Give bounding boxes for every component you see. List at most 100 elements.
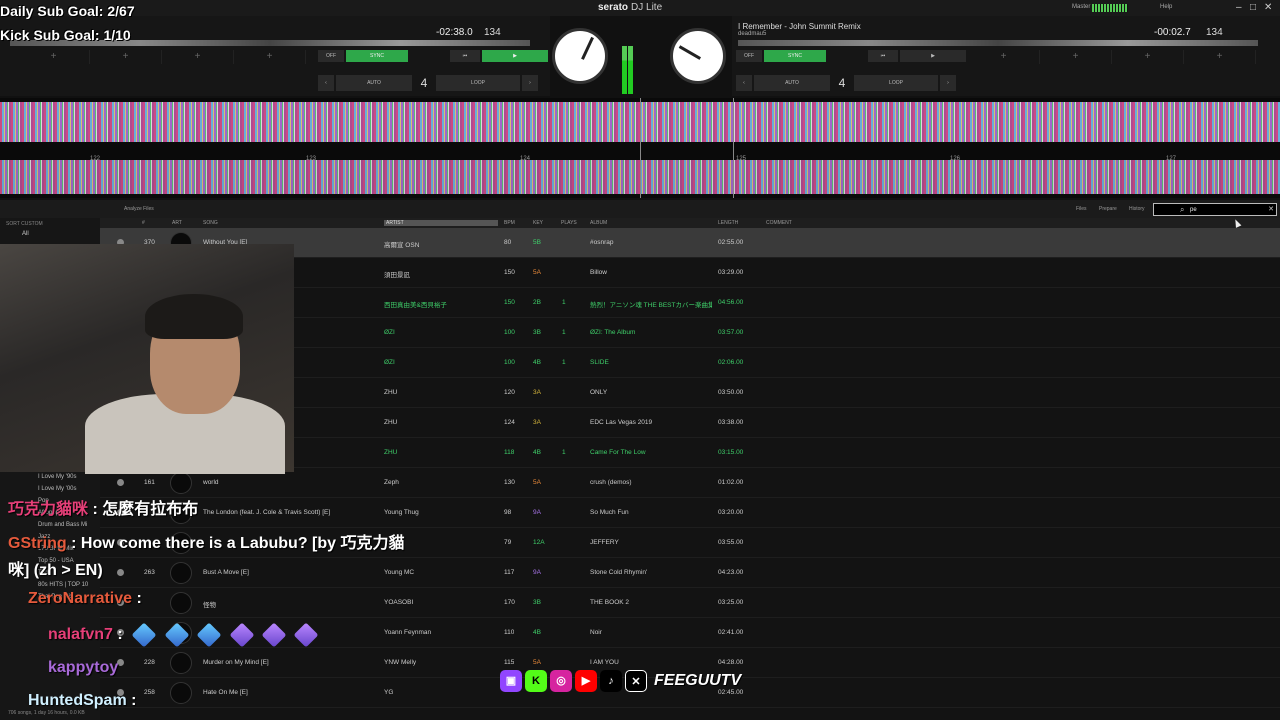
table-row[interactable]: 263 Bust A Move [E] Young MC 117 9A Stone Col… <box>100 558 1280 588</box>
auto-loop-button[interactable]: AUTO <box>754 75 830 91</box>
twitch-icon: ▣ <box>500 670 522 692</box>
cell-album: So Much Fun <box>590 509 629 516</box>
crate-all[interactable]: All <box>22 231 29 237</box>
cell-song: 怪物 <box>203 602 216 609</box>
clear-search-icon[interactable]: ✕ <box>1268 205 1274 213</box>
crate-item[interactable]: I Love My '00s <box>38 486 77 492</box>
table-row[interactable]: The London (feat. J. Cole & Travis Scott… <box>100 498 1280 528</box>
cue-pad[interactable]: + <box>1184 50 1256 64</box>
loop-double-icon[interactable]: › <box>522 75 538 91</box>
cell-album: Came For The Low <box>590 449 646 456</box>
cell-bpm: 79 <box>504 539 512 546</box>
cell-length: 03:29.00 <box>718 269 744 276</box>
col-bpm[interactable]: BPM <box>504 220 515 226</box>
col-key[interactable]: KEY <box>533 220 543 226</box>
cell-artist: Yoann Feynman <box>384 629 432 636</box>
sync-off-button[interactable]: OFF <box>736 50 762 62</box>
crate-item[interactable]: 80s HITS | TOP 10 <box>38 582 88 588</box>
chat-username: 巧克力貓咪 <box>8 501 89 518</box>
sync-button[interactable]: SYNC <box>346 50 408 62</box>
col-length[interactable]: LENGTH <box>718 220 738 226</box>
col-comment[interactable]: COMMENT <box>766 220 792 226</box>
chat-message: 巧克力貓咪 : 怎麼有拉布布 <box>8 501 199 518</box>
loop-halve-icon[interactable]: ‹ <box>736 75 752 91</box>
cell-num: 228 <box>144 659 155 666</box>
loop-button[interactable]: LOOP <box>854 75 938 91</box>
cell-album: Billow <box>590 269 607 276</box>
deck-right-title: I Remember - John Summit Remix <box>738 22 861 31</box>
playhead <box>640 98 641 198</box>
crate-item[interactable]: I Love My '90s <box>38 474 77 480</box>
cell-bpm: 170 <box>504 599 515 606</box>
cell-key: 3A <box>533 419 541 426</box>
col-artist[interactable]: ARTIST <box>384 220 498 226</box>
chat-username: GString <box>8 535 67 552</box>
deck-left-platter[interactable] <box>552 28 608 84</box>
cell-key: 3B <box>533 599 541 606</box>
youtube-icon: ▶ <box>575 670 597 692</box>
sync-off-button[interactable]: OFF <box>318 50 344 62</box>
cell-length: 02:06.00 <box>718 359 744 366</box>
sync-button[interactable]: SYNC <box>764 50 826 62</box>
loop-halve-icon[interactable]: ‹ <box>318 75 334 91</box>
cue-pad[interactable]: + <box>162 50 234 64</box>
loop-double-icon[interactable]: › <box>940 75 956 91</box>
close-icon[interactable]: ✕ <box>1264 2 1272 13</box>
cell-key: 5A <box>533 479 541 486</box>
table-row[interactable]: 怪物 YOASOBI 170 3B THE BOOK 2 03:25.00 <box>100 588 1280 618</box>
cell-artist: ØZI <box>384 359 395 366</box>
cell-artist: Young MC <box>384 569 415 576</box>
analyze-files-button[interactable]: Analyze Files <box>124 206 154 212</box>
chat-message: GString : How come there is a Labubu? [b… <box>8 535 405 552</box>
deck-right-overview[interactable] <box>738 40 1258 46</box>
prev-icon[interactable]: ⏮ <box>450 50 480 62</box>
cell-key: 12A <box>533 539 545 546</box>
cue-pad[interactable]: + <box>234 50 306 64</box>
cell-key: 2B <box>533 299 541 306</box>
search-box[interactable]: ⌕ pe ✕ <box>1153 203 1277 216</box>
history-tab[interactable]: History <box>1129 206 1145 212</box>
cue-pad[interactable]: + <box>18 50 90 64</box>
help-menu[interactable]: Help <box>1160 4 1172 10</box>
deck-right-platter[interactable] <box>670 28 726 84</box>
cue-pad[interactable]: + <box>1112 50 1184 64</box>
top-bar: serato DJ Lite Master Help – □ ✕ <box>0 0 1280 16</box>
cell-artist: 須田景凪 <box>384 272 410 279</box>
col-album[interactable]: ALBUM <box>590 220 607 226</box>
status-dot-icon <box>117 569 124 576</box>
col-num[interactable]: # <box>142 220 145 226</box>
col-song[interactable]: SONG <box>203 220 218 226</box>
waveform-display[interactable]: 122 123 124 125 126 127 <box>0 98 1280 198</box>
cell-plays: 1 <box>562 449 566 456</box>
cell-num: 263 <box>144 569 155 576</box>
chat-username: ZeroNarrative <box>28 590 133 607</box>
crate-item[interactable]: Drum and Bass Mi <box>38 522 87 528</box>
search-input[interactable]: pe <box>1190 207 1197 213</box>
play-icon[interactable]: ▶ <box>482 50 548 62</box>
cell-key: 9A <box>533 569 541 576</box>
deck-left-cue-pads: + + + + <box>18 50 306 64</box>
minimize-icon[interactable]: – <box>1236 2 1242 13</box>
master-label: Master <box>1072 4 1091 10</box>
prepare-tab[interactable]: Prepare <box>1099 206 1117 212</box>
vu-meter-right <box>628 46 633 94</box>
deck-right-loop: ‹ AUTO 4 LOOP › <box>736 74 956 92</box>
files-tab[interactable]: Files <box>1076 206 1087 212</box>
col-art[interactable]: ART <box>172 220 182 226</box>
cell-album: #osnrap <box>590 239 614 246</box>
cell-album: Noir <box>590 629 602 636</box>
maximize-icon[interactable]: □ <box>1250 2 1256 13</box>
cell-album: ONLY <box>590 389 608 396</box>
chat-message: 咪] (zh > EN) <box>8 556 103 580</box>
gem-emote-icon <box>229 622 254 648</box>
deck-left-loop: ‹ AUTO 4 LOOP › <box>318 74 538 92</box>
play-icon[interactable]: ▶ <box>900 50 966 62</box>
auto-loop-button[interactable]: AUTO <box>336 75 412 91</box>
prev-icon[interactable]: ⏮ <box>868 50 898 62</box>
cue-pad[interactable]: + <box>90 50 162 64</box>
cue-pad[interactable]: + <box>968 50 1040 64</box>
cue-pad[interactable]: + <box>1040 50 1112 64</box>
loop-button[interactable]: LOOP <box>436 75 520 91</box>
col-plays[interactable]: PLAYS <box>561 220 577 226</box>
cell-artist: Young Thug <box>384 509 419 516</box>
